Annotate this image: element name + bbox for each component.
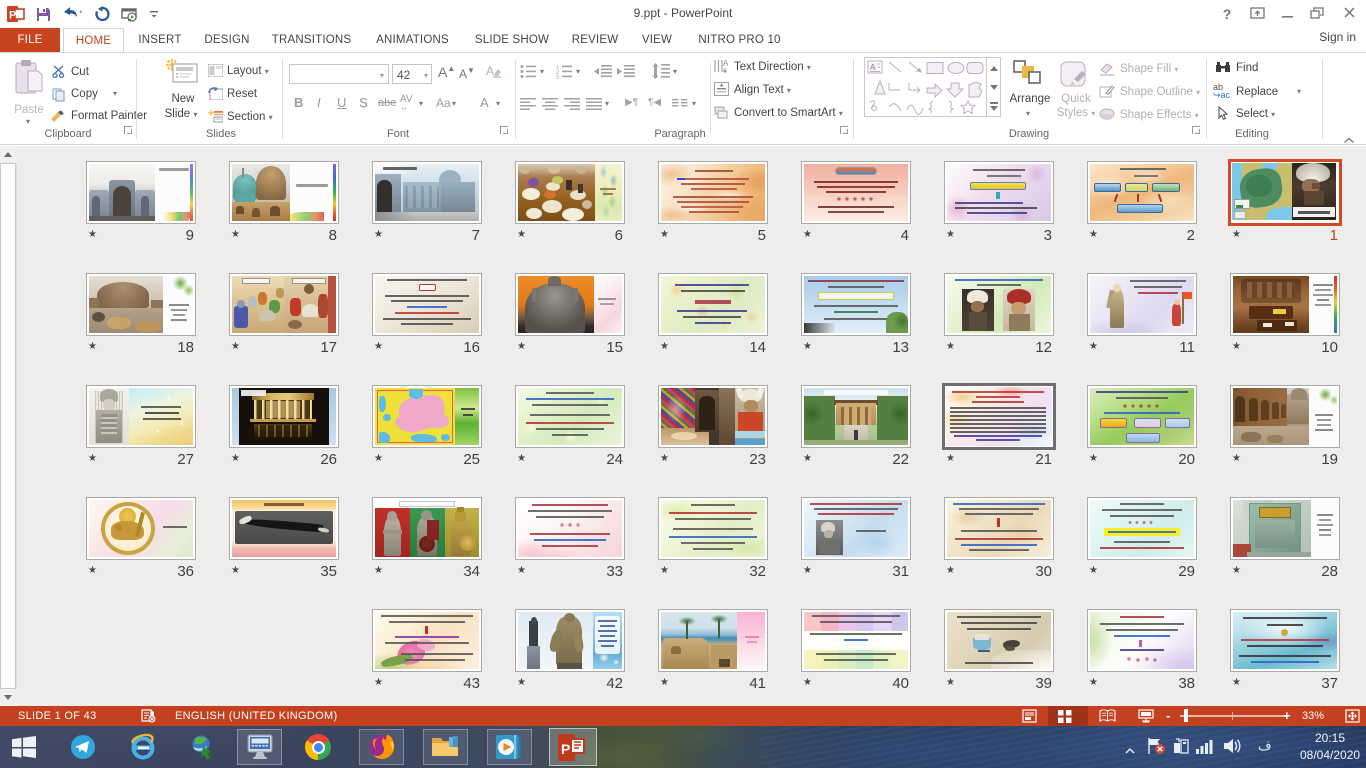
svg-text:A: A xyxy=(870,63,876,72)
svg-text:3: 3 xyxy=(556,75,559,79)
svg-text:P: P xyxy=(561,741,570,757)
svg-text:A: A xyxy=(486,64,494,78)
svg-text:A: A xyxy=(723,59,729,68)
